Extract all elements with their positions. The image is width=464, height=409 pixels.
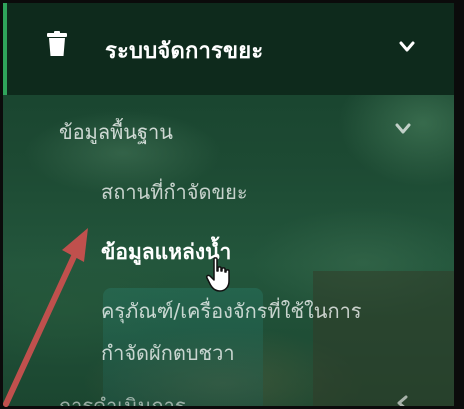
annotation-arrow — [3, 228, 88, 407]
